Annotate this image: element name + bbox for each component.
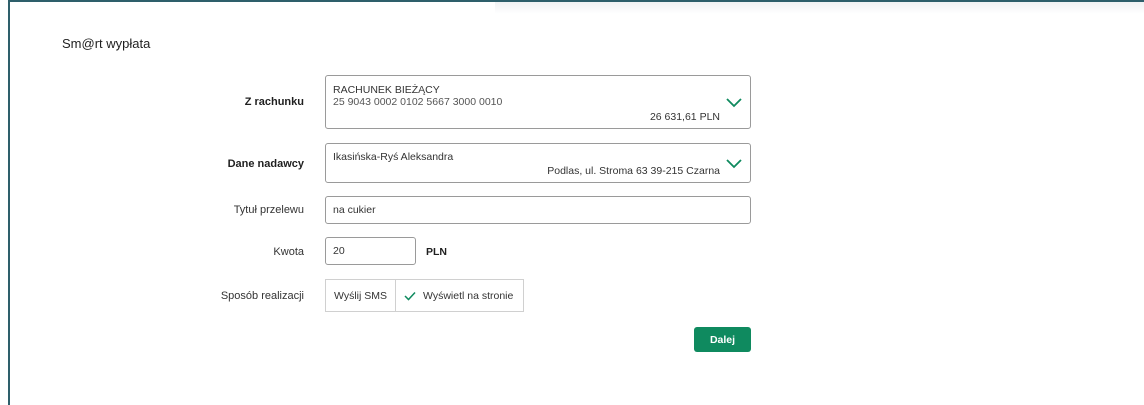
frame-top-border bbox=[8, 0, 1144, 2]
sender-address: Podlas, ul. Stroma 63 39-215 Czarna bbox=[547, 165, 720, 177]
page-title: Sm@rt wypłata bbox=[62, 36, 151, 51]
chevron-down-icon bbox=[726, 159, 742, 169]
send-sms-option-label: Wyślij SMS bbox=[334, 289, 387, 302]
show-on-page-option-label: Wyświetl na stronie bbox=[423, 289, 514, 302]
sender-select[interactable]: Ikasińska-Ryś Aleksandra Podlas, ul. Str… bbox=[325, 143, 751, 183]
next-button[interactable]: Dalej bbox=[694, 327, 751, 352]
account-balance: 26 631,61 PLN bbox=[649, 111, 720, 123]
chevron-down-icon bbox=[726, 98, 742, 108]
method-toggle-group: Wyślij SMS Wyświetl na stronie bbox=[325, 279, 524, 312]
currency-label: PLN bbox=[426, 246, 447, 258]
from-account-label: Z rachunku bbox=[244, 96, 304, 108]
from-account-select[interactable]: RACHUNEK BIEŻĄCY 25 9043 0002 0102 5667 … bbox=[325, 75, 751, 129]
check-icon bbox=[404, 291, 416, 301]
send-sms-option[interactable]: Wyślij SMS bbox=[326, 280, 396, 311]
method-label: Sposób realizacji bbox=[220, 290, 304, 302]
top-shadow bbox=[495, 0, 1144, 14]
sender-label: Dane nadawcy bbox=[227, 158, 304, 170]
amount-label: Kwota bbox=[273, 246, 304, 258]
sender-name: Ikasińska-Ryś Aleksandra bbox=[333, 151, 454, 163]
amount-input[interactable] bbox=[325, 237, 416, 265]
transfer-title-input[interactable] bbox=[325, 196, 751, 224]
show-on-page-option[interactable]: Wyświetl na stronie bbox=[396, 280, 523, 311]
frame-left-border bbox=[8, 0, 10, 405]
account-name: RACHUNEK BIEŻĄCY bbox=[333, 84, 440, 96]
account-number: 25 9043 0002 0102 5667 3000 0010 bbox=[333, 96, 503, 108]
transfer-title-label: Tytuł przelewu bbox=[233, 204, 304, 216]
